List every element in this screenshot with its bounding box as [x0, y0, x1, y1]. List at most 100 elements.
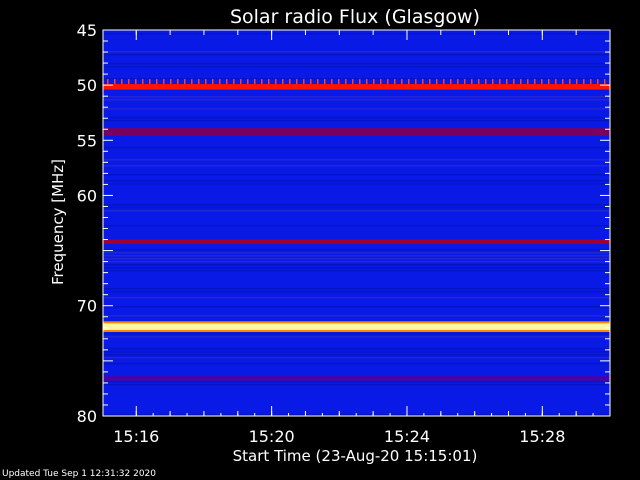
band-flicker	[128, 79, 130, 85]
x-tick-label: 15:24	[384, 427, 430, 446]
noise-stripe	[103, 291, 610, 293]
band-flicker	[450, 79, 452, 85]
noise-stripe	[103, 264, 610, 266]
x-tick-label: 15:28	[519, 427, 565, 446]
y-tick-label: 60	[77, 186, 97, 205]
frequency-band	[103, 84, 610, 90]
band-flicker	[548, 79, 550, 85]
band-flicker	[485, 79, 487, 85]
band-flicker	[289, 79, 291, 85]
band-flicker	[506, 79, 508, 85]
noise-stripe	[103, 147, 610, 149]
band-flicker	[114, 79, 116, 85]
noise-stripe	[103, 63, 610, 65]
noise-stripe	[103, 333, 610, 335]
plot-area	[102, 29, 611, 417]
band-flicker	[212, 79, 214, 85]
noise-stripe	[103, 255, 610, 257]
band-flicker	[310, 79, 312, 85]
noise-stripe	[103, 51, 610, 53]
band-flicker	[345, 79, 347, 85]
frequency-band	[103, 239, 610, 244]
x-tick-label: 15:20	[249, 427, 295, 446]
noise-stripe	[103, 384, 610, 386]
band-flicker	[429, 79, 431, 85]
noise-stripe	[103, 159, 610, 161]
band-flicker	[107, 79, 109, 85]
band-flicker	[331, 79, 333, 85]
noise-stripe	[103, 306, 610, 308]
band-flicker	[464, 79, 466, 85]
band-flicker	[296, 79, 298, 85]
band-flicker	[555, 79, 557, 85]
band-flicker	[247, 79, 249, 85]
band-flicker	[240, 79, 242, 85]
noise-stripe	[103, 117, 610, 119]
band-flicker	[317, 79, 319, 85]
band-flicker	[352, 79, 354, 85]
noise-stripe	[103, 249, 610, 251]
noise-stripe	[103, 180, 610, 182]
noise-stripe	[103, 78, 610, 80]
x-axis-label: Start Time (23-Aug-20 15:15:01)	[233, 447, 478, 465]
y-tick-label: 50	[77, 76, 97, 95]
noise-stripe	[103, 108, 610, 110]
noise-stripe	[103, 261, 610, 263]
band-flicker	[394, 79, 396, 85]
noise-stripe	[103, 351, 610, 353]
band-flicker	[499, 79, 501, 85]
noise-stripe	[103, 183, 610, 185]
band-flicker	[275, 79, 277, 85]
band-flicker	[366, 79, 368, 85]
band-flicker	[205, 79, 207, 85]
band-flicker	[359, 79, 361, 85]
band-flicker	[471, 79, 473, 85]
noise-stripe	[103, 267, 610, 269]
band-flicker	[177, 79, 179, 85]
noise-stripe	[103, 381, 610, 383]
band-flicker	[401, 79, 403, 85]
band-flicker	[303, 79, 305, 85]
noise-stripe	[103, 165, 610, 167]
noise-stripe	[103, 258, 610, 260]
band-flicker	[527, 79, 529, 85]
noise-stripe	[103, 66, 610, 68]
band-flicker	[569, 79, 571, 85]
band-flicker	[219, 79, 221, 85]
updated-timestamp: Updated Tue Sep 1 12:31:32 2020	[2, 469, 156, 479]
noise-stripe	[103, 363, 610, 365]
band-flicker	[254, 79, 256, 85]
noise-stripe	[103, 210, 610, 212]
band-flicker	[373, 79, 375, 85]
chart-title: Solar radio Flux (Glasgow)	[230, 6, 480, 28]
band-flicker	[513, 79, 515, 85]
noise-stripe	[103, 354, 610, 356]
spectrogram-chart: Solar radio Flux (Glasgow) 455055607080 …	[49, 6, 611, 465]
band-flicker	[408, 79, 410, 85]
band-flicker	[191, 79, 193, 85]
frequency-band	[103, 128, 610, 136]
noise-stripe	[103, 96, 610, 98]
band-flicker	[184, 79, 186, 85]
y-tick-label: 80	[77, 407, 97, 426]
noise-stripe	[103, 288, 610, 290]
band-flicker	[436, 79, 438, 85]
noise-stripe	[103, 204, 610, 206]
band-flicker	[380, 79, 382, 85]
band-flicker	[597, 79, 599, 85]
noise-stripe	[103, 252, 610, 254]
band-flicker	[534, 79, 536, 85]
band-flicker	[198, 79, 200, 85]
band-flicker	[282, 79, 284, 85]
noise-stripe	[103, 120, 610, 122]
band-flicker	[583, 79, 585, 85]
band-flicker	[170, 79, 172, 85]
band-flicker	[226, 79, 228, 85]
noise-stripe	[103, 348, 610, 350]
noise-stripe	[103, 33, 610, 35]
band-flicker	[142, 79, 144, 85]
band-flicker	[478, 79, 480, 85]
band-flicker	[233, 79, 235, 85]
band-flicker	[268, 79, 270, 85]
y-tick-label: 55	[77, 131, 97, 150]
